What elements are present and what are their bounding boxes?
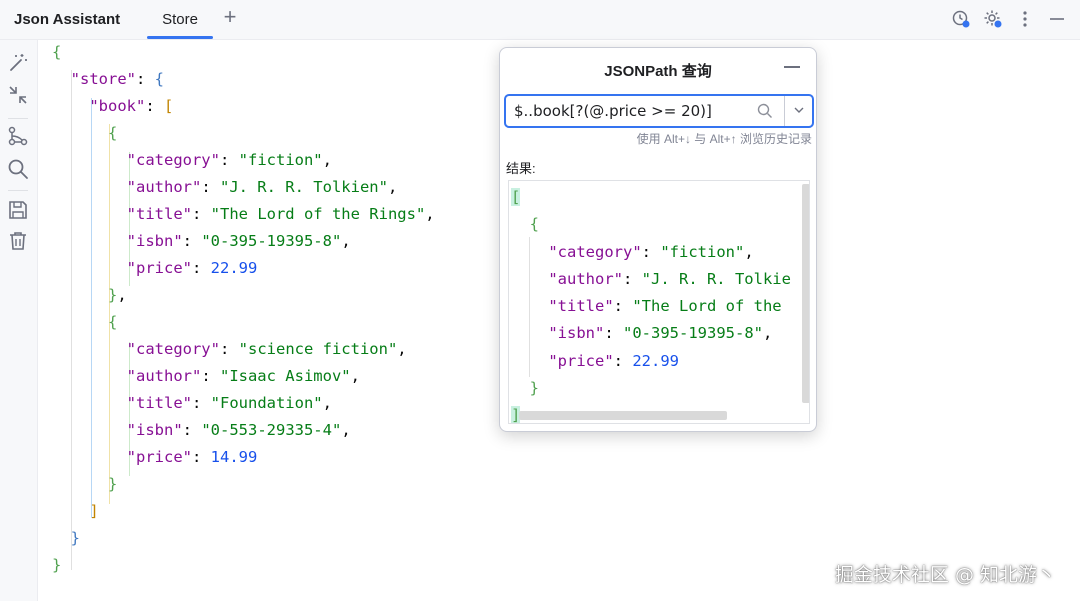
popup-title: JSONPath 查询 [500, 60, 816, 81]
watermark: 掘金技术社区 @ 知北游丶 [835, 560, 1056, 587]
vertical-scrollbar[interactable] [802, 184, 810, 403]
query-divider [784, 96, 785, 126]
result-panel[interactable]: [ { "category": "fiction", "author": "J.… [508, 180, 810, 424]
gear-icon[interactable] [982, 8, 1004, 30]
book-0-isbn: "0-395-19395-8" [201, 232, 341, 250]
book-1-price: 14.99 [211, 448, 258, 466]
book-1-title: "Foundation" [211, 394, 323, 412]
jsonpath-query-popup: JSONPath 查询 $..book[?(@.price >= 20)] 使用… [499, 47, 817, 432]
tab-store[interactable]: Store [147, 0, 213, 40]
book-0-title: "The Lord of the Rings" [211, 205, 426, 223]
book-1-author: "Isaac Asimov" [220, 367, 351, 385]
minimize-icon[interactable] [1046, 8, 1068, 30]
toolbar-separator [8, 118, 28, 119]
toolbar-separator [8, 190, 28, 191]
result-label: 结果: [506, 158, 536, 177]
result-title: "The Lord of the [632, 297, 781, 315]
book-1-category: "science fiction" [239, 340, 398, 358]
result-category: "fiction" [660, 243, 744, 261]
magic-wand-icon[interactable] [6, 51, 30, 75]
history-settings-icon[interactable] [950, 8, 972, 30]
save-icon[interactable] [6, 198, 30, 222]
trash-icon[interactable] [6, 229, 30, 253]
top-bar: Json Assistant Store + [0, 0, 1080, 40]
horizontal-scrollbar[interactable] [519, 411, 727, 420]
json-code: { "store": { "book": [ { "category": "fi… [52, 39, 435, 579]
plus-icon[interactable]: + [219, 6, 241, 30]
side-toolbar [0, 40, 38, 601]
book-0-price: 22.99 [211, 259, 258, 277]
search-icon[interactable] [6, 157, 30, 181]
book-0-category: "fiction" [239, 151, 323, 169]
result-author: "J. R. R. Tolkie [642, 270, 791, 288]
book-1-isbn: "0-553-29335-4" [201, 421, 341, 439]
result-code: [ { "category": "fiction", "author": "J.… [511, 184, 791, 424]
result-price: 22.99 [632, 352, 679, 370]
book-0-author: "J. R. R. Tolkien" [220, 178, 388, 196]
compress-icon[interactable] [6, 83, 30, 107]
result-isbn: "0-395-19395-8" [623, 324, 763, 342]
more-vertical-icon[interactable] [1014, 8, 1036, 30]
popup-minimize-icon[interactable] [784, 66, 800, 68]
app-title: Json Assistant [14, 11, 120, 28]
chevron-down-icon[interactable] [791, 102, 807, 118]
query-input[interactable]: $..book[?(@.price >= 20)] [514, 102, 712, 120]
query-input-box[interactable]: $..book[?(@.price >= 20)] [504, 94, 814, 128]
diagram-icon[interactable] [6, 124, 30, 148]
tab-label: Store [162, 11, 198, 28]
history-hint: 使用 Alt+↓ 与 Alt+↑ 浏览历史记录 [637, 130, 812, 147]
search-icon[interactable] [756, 102, 774, 120]
